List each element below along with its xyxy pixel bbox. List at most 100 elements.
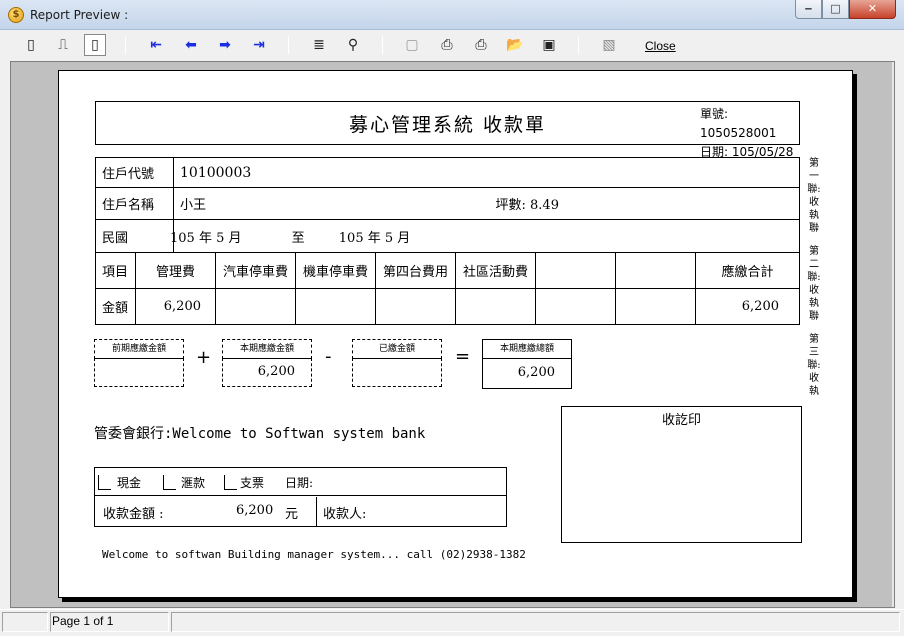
maximize-button[interactable]: □ [822, 0, 849, 19]
plus-sign: + [196, 347, 212, 368]
save-icon: ▣ [542, 37, 556, 53]
household-code: 10100003 [173, 157, 800, 188]
single-page-icon: ▯ [27, 37, 35, 53]
last-page-button[interactable]: ⇥ [248, 34, 270, 56]
save-button[interactable]: ▣ [538, 34, 560, 56]
report-title: 募心管理系統 收款單 [348, 114, 547, 136]
status-cell [2, 612, 48, 632]
current-due-box: 本期應繳金額 6,200 [222, 339, 312, 389]
footer-note: Welcome to softwan Building manager syst… [102, 548, 526, 561]
window-title: Report Preview : [30, 8, 129, 22]
currency-label: 元 [285, 507, 299, 522]
total-amount: 6,200 [695, 288, 800, 325]
page-setup-icon: ▢ [405, 37, 419, 53]
export-button[interactable]: ▧ [598, 34, 620, 56]
minimize-button[interactable]: ‒ [795, 0, 822, 19]
amount-cell [535, 288, 616, 325]
copy-label-2: 第二聯:收執聯 [807, 246, 821, 322]
status-cell [171, 612, 900, 632]
prev-due-label: 前期應繳金額 [94, 339, 184, 359]
goto-page-icon: ≣ [313, 37, 325, 53]
app-icon: $ [8, 7, 24, 23]
print-setup-icon: ⎙ [441, 37, 453, 53]
item-cell [615, 252, 696, 289]
period-from: 105 年 5 月 [170, 230, 242, 246]
first-page-icon: ⇤ [150, 37, 162, 53]
paid-box: 已繳金額 [352, 339, 442, 389]
payment-date-label: 日期: [285, 476, 314, 490]
amount-cell [295, 288, 376, 325]
multi-page-icon: ▯ [91, 37, 99, 53]
item-cell: 第四台費用 [375, 252, 456, 289]
current-due-label: 本期應繳金額 [222, 339, 312, 359]
amount-cell [215, 288, 296, 325]
minimize-icon: ‒ [804, 2, 813, 15]
report-header: 募心管理系統 收款單 單號: 1050528001 日期: 105/05/28 [95, 101, 800, 159]
open-button[interactable]: 📂 [504, 34, 526, 56]
next-page-button[interactable]: ➡ [214, 34, 236, 56]
first-page-button[interactable]: ⇤ [145, 34, 167, 56]
fee-table: 項目 管理費 汽車停車費 機車停車費 第四台費用 社區活動費 應繳合計 金額 6… [95, 252, 800, 325]
payment-divider [316, 497, 317, 527]
print-setup-button[interactable]: ⎙ [436, 34, 458, 56]
check-label: 支票 [240, 476, 265, 490]
find-icon: ⚲ [347, 37, 359, 53]
vertical-scrollbar[interactable] [892, 62, 894, 607]
slip-number: 單號: 1050528001 [700, 107, 777, 140]
single-page-button[interactable]: ▯ [20, 34, 42, 56]
paid-label: 已繳金額 [352, 339, 442, 359]
amount-cell [375, 288, 456, 325]
two-page-icon: ⎍ [58, 37, 68, 53]
payment-amount-label: 收款金額 : [103, 507, 164, 522]
amount-cell: 6,200 [135, 288, 216, 325]
household-table: 住戶代號 10100003 住戶名稱 小王 坪數: 8.49 民國 105 年 … [95, 157, 800, 253]
payment-box: 現金 滙款 支票 日期: 收款金額 : 6,200 元 收款人: [94, 467, 507, 527]
two-page-button[interactable]: ⎍ [52, 34, 74, 56]
print-icon: ⎙ [475, 37, 487, 53]
check-checkbox[interactable] [224, 475, 237, 490]
export-icon: ▧ [602, 37, 616, 53]
payment-method-row: 現金 滙款 支票 日期: [95, 468, 506, 496]
prev-page-icon: ⬅ [185, 37, 197, 53]
period-to: 105 年 5 月 [338, 230, 411, 246]
cash-checkbox[interactable] [98, 475, 111, 490]
equals-sign: = [455, 346, 471, 367]
multi-page-button[interactable]: ▯ [84, 34, 106, 56]
transfer-checkbox[interactable] [163, 475, 176, 490]
goto-page-button[interactable]: ≣ [308, 34, 330, 56]
status-bar: Page 1 of 1 [0, 609, 904, 636]
find-button[interactable]: ⚲ [342, 34, 364, 56]
toolbar-separator [382, 36, 383, 54]
bank-line: 管委會銀行:Welcome to Softwan system bank [94, 426, 426, 442]
period-to-label: 至 [291, 230, 305, 246]
household-name: 小王 [180, 198, 207, 213]
stamp-label: 收訖印 [661, 413, 701, 428]
close-window-button[interactable]: ✕ [849, 0, 896, 19]
receiver-label: 收款人: [323, 507, 367, 522]
minus-sign: - [325, 346, 332, 367]
area-field: 坪數: 8.49 [495, 198, 559, 213]
stamp-box: 收訖印 [561, 406, 802, 543]
preview-area[interactable]: 募心管理系統 收款單 單號: 1050528001 日期: 105/05/28 … [10, 61, 895, 608]
prev-page-button[interactable]: ⬅ [180, 34, 202, 56]
transfer-label: 滙款 [181, 476, 206, 490]
next-page-icon: ➡ [219, 37, 231, 53]
close-icon: ✕ [867, 2, 878, 15]
toolbar-separator [578, 36, 579, 54]
amount-label: 金額 [95, 288, 136, 325]
total-due-value: 6,200 [517, 365, 555, 380]
household-name-cell: 小王 坪數: 8.49 [173, 187, 800, 220]
period-cell: 105 年 5 月 至 105 年 5 月 [170, 219, 800, 253]
page-indicator: Page 1 of 1 [52, 614, 114, 628]
total-due-label: 本期應繳總額 [483, 340, 571, 359]
current-due-value: 6,200 [222, 358, 312, 387]
item-cell: 社區活動費 [455, 252, 536, 289]
page-setup-button[interactable]: ▢ [401, 34, 423, 56]
item-cell: 汽車停車費 [215, 252, 296, 289]
header-meta: 單號: 1050528001 日期: 105/05/28 [700, 105, 799, 162]
print-button[interactable]: ⎙ [470, 34, 492, 56]
payment-amount-row: 收款金額 : 6,200 元 收款人: [95, 497, 506, 527]
report-page: 募心管理系統 收款單 單號: 1050528001 日期: 105/05/28 … [58, 70, 853, 598]
close-button[interactable]: Close [645, 39, 676, 53]
total-label: 應繳合計 [695, 252, 800, 289]
